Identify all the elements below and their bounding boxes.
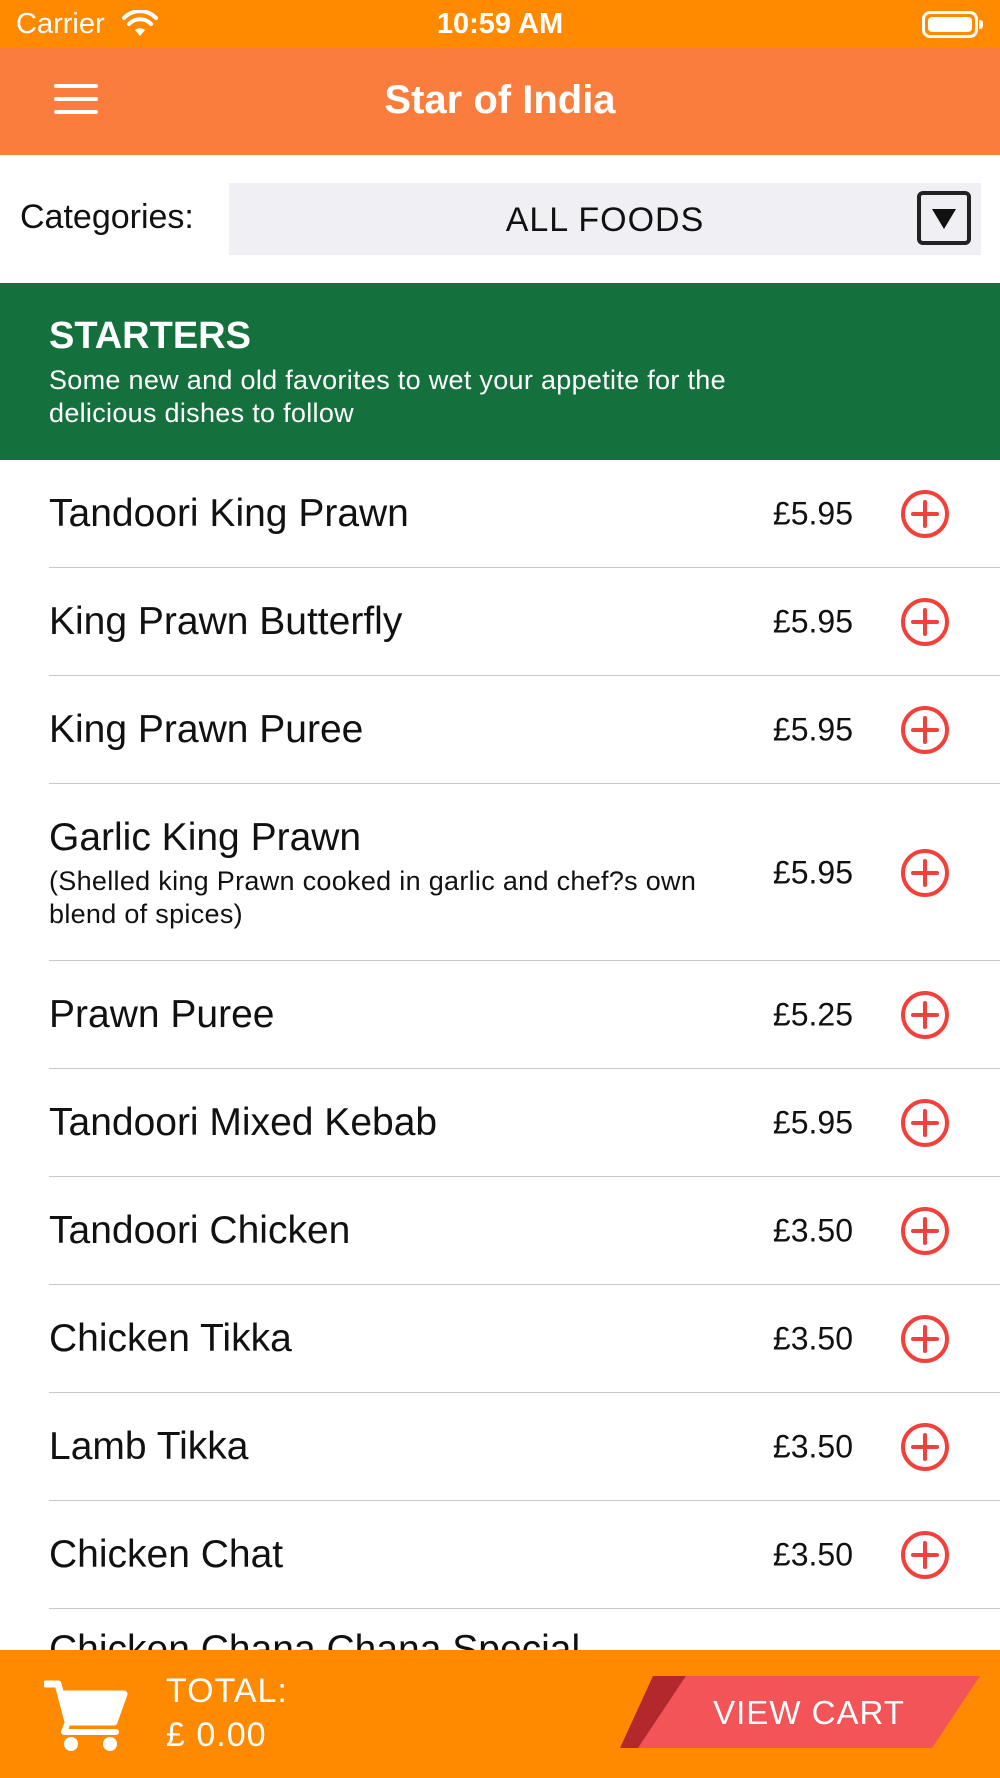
menu-item[interactable]: Tandoori Mixed Kebab £5.95 — [0, 1069, 1000, 1177]
category-selected-value: ALL FOODS — [505, 201, 705, 239]
item-price: £5.95 — [772, 495, 853, 532]
add-circle-icon[interactable] — [900, 1530, 950, 1580]
item-name: Chicken Chana Chana Special — [49, 1628, 581, 1650]
menu-item[interactable]: Tandoori King Prawn £5.95 — [0, 460, 1000, 568]
item-price: £3.50 — [772, 1320, 853, 1357]
item-price: £5.95 — [772, 1104, 853, 1141]
categories-row: Categories: ALL FOODS — [0, 155, 1000, 283]
item-name: Tandoori King Prawn — [49, 492, 409, 535]
categories-label: Categories: — [20, 198, 194, 236]
menu-list[interactable]: Tandoori King Prawn £5.95 King Prawn But… — [0, 460, 1000, 1650]
add-circle-icon[interactable] — [900, 705, 950, 755]
item-name: Prawn Puree — [49, 993, 275, 1036]
menu-item[interactable]: Chicken Tikka £3.50 — [0, 1285, 1000, 1393]
item-name: Tandoori Mixed Kebab — [49, 1101, 438, 1144]
menu-item[interactable]: Prawn Puree £5.25 — [0, 961, 1000, 1069]
item-name: Chicken Chat — [49, 1533, 284, 1576]
add-circle-icon[interactable] — [900, 848, 950, 898]
total-value: £ 0.00 — [166, 1716, 267, 1754]
item-name: Tandoori Chicken — [49, 1209, 351, 1252]
add-circle-icon[interactable] — [900, 1098, 950, 1148]
shopping-cart-icon[interactable] — [44, 1678, 128, 1754]
battery-icon — [922, 11, 983, 38]
item-name: King Prawn Puree — [49, 708, 364, 751]
item-name: Lamb Tikka — [49, 1425, 249, 1468]
section-title: STARTERS — [49, 315, 251, 357]
item-name: Chicken Tikka — [49, 1317, 292, 1360]
view-cart-button[interactable]: VIEW CART — [620, 1676, 980, 1748]
status-bar: Carrier 10:59 AM — [0, 0, 1000, 48]
section-description: Some new and old favorites to wet your a… — [49, 365, 726, 428]
item-price: £5.95 — [772, 603, 853, 640]
menu-item[interactable]: Tandoori Chicken £3.50 — [0, 1177, 1000, 1285]
add-circle-icon[interactable] — [900, 1422, 950, 1472]
page-title: Star of India — [384, 78, 616, 122]
item-price: £3.50 — [772, 1212, 853, 1249]
add-circle-icon[interactable] — [900, 489, 950, 539]
view-cart-label: VIEW CART — [713, 1694, 905, 1731]
menu-item[interactable]: King Prawn Puree £5.95 — [0, 676, 1000, 784]
item-price: £5.95 — [772, 854, 853, 890]
item-price: £5.95 — [772, 711, 853, 748]
menu-item[interactable]: Lamb Tikka £3.50 — [0, 1393, 1000, 1501]
total-label: TOTAL: — [166, 1672, 288, 1710]
item-price: £3.50 — [772, 1536, 853, 1573]
nav-bar: Star of India — [0, 48, 1000, 155]
status-time: 10:59 AM — [436, 8, 564, 40]
menu-item[interactable]: Garlic King Prawn (Shelled king Prawn co… — [0, 784, 1000, 961]
item-name: King Prawn Butterfly — [49, 600, 403, 643]
menu-item[interactable]: Chicken Chana Chana Special — [0, 1609, 1000, 1650]
item-price: £3.50 — [772, 1428, 853, 1465]
menu-item[interactable]: Chicken Chat £3.50 — [0, 1501, 1000, 1609]
add-circle-icon[interactable] — [900, 597, 950, 647]
item-name: Garlic King Prawn — [49, 815, 362, 859]
menu-item[interactable]: King Prawn Butterfly £5.95 — [0, 568, 1000, 676]
add-circle-icon[interactable] — [900, 1314, 950, 1364]
section-header-starters: STARTERS Some new and old favorites to w… — [0, 283, 1000, 460]
item-description: (Shelled king Prawn cooked in garlic and… — [49, 865, 697, 929]
chevron-down-icon[interactable] — [917, 191, 971, 245]
category-select[interactable]: ALL FOODS — [229, 183, 981, 255]
bottom-cart-bar: TOTAL: £ 0.00 VIEW CART — [0, 1650, 1000, 1778]
item-price: £5.25 — [772, 996, 853, 1033]
add-circle-icon[interactable] — [900, 1206, 950, 1256]
add-circle-icon[interactable] — [900, 990, 950, 1040]
